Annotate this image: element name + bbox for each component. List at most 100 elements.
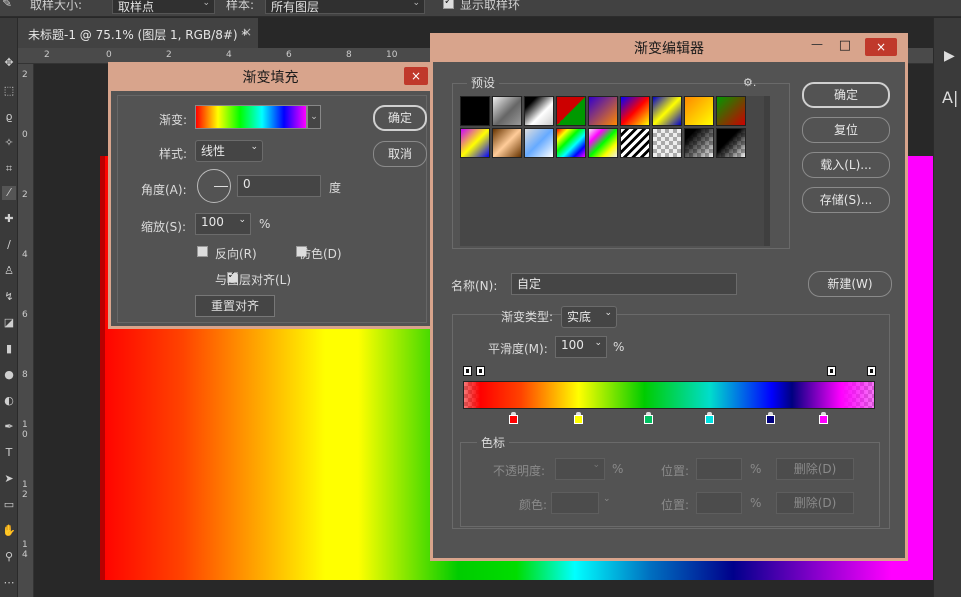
marquee-tool-icon[interactable]: ⬚: [2, 84, 16, 98]
color-stop[interactable]: [574, 412, 583, 424]
reset-button[interactable]: 复位: [802, 117, 890, 143]
color-stop-swatch: [705, 415, 714, 424]
reset-align-button[interactable]: 重置对齐: [195, 295, 275, 317]
shape-tool-icon[interactable]: ▭: [2, 498, 16, 512]
color-label: 颜色:: [519, 498, 548, 512]
sample-size-select[interactable]: 取样点 ⌄: [112, 0, 215, 14]
save-button[interactable]: 存储(S)...: [802, 187, 890, 213]
gradient-editor-dialog: 渐变编辑器 — □ × 预设 ⚙. 确定 复位 载入(L)... 存储(S)..…: [430, 33, 908, 561]
style-label: 样式:: [159, 147, 188, 161]
opacity-stop[interactable]: [867, 366, 876, 376]
eyedropper-icon[interactable]: ✎: [2, 0, 12, 10]
close-icon[interactable]: ×: [242, 25, 252, 39]
maximize-icon[interactable]: □: [839, 38, 851, 53]
angle-input[interactable]: 0: [237, 175, 321, 197]
preset-swatch[interactable]: [652, 128, 682, 158]
delete-color-stop-button[interactable]: 删除(D): [776, 492, 854, 514]
chevron-down-icon: ⌄: [412, 0, 420, 8]
sample-select[interactable]: 所有图层 ⌄: [265, 0, 425, 14]
presets-scrollbar[interactable]: [764, 96, 770, 246]
path-select-tool-icon[interactable]: ➤: [2, 472, 16, 486]
gear-icon[interactable]: ⚙.: [743, 76, 756, 89]
preset-swatch[interactable]: [556, 96, 586, 126]
preset-swatch[interactable]: [492, 96, 522, 126]
preset-swatch[interactable]: [460, 96, 490, 126]
crop-tool-icon[interactable]: ⌗: [2, 162, 16, 176]
preset-swatch[interactable]: [492, 128, 522, 158]
dodge-tool-icon[interactable]: ◐: [2, 394, 16, 408]
pen-tool-icon[interactable]: ✒: [2, 420, 16, 434]
scale-input[interactable]: 100 ⌄: [195, 213, 251, 235]
quick-select-tool-icon[interactable]: ✧: [2, 136, 16, 150]
preset-swatch[interactable]: [716, 128, 746, 158]
color-stop[interactable]: [705, 412, 714, 424]
angle-unit: 度: [329, 181, 342, 195]
character-panel-icon[interactable]: A|: [942, 88, 958, 107]
opacity-input[interactable]: ⌄: [555, 458, 605, 480]
gradient-bar[interactable]: [463, 381, 875, 409]
gradient-tool-icon[interactable]: ▮: [2, 342, 16, 356]
opacity-stop[interactable]: [827, 366, 836, 376]
opacity-position-input[interactable]: [696, 458, 742, 480]
preset-swatch[interactable]: [652, 96, 682, 126]
document-tab[interactable]: 未标题-1 @ 75.1% (图层 1, RGB/8#) * ×: [18, 18, 258, 48]
preset-swatch[interactable]: [588, 96, 618, 126]
delete-opacity-stop-button[interactable]: 删除(D): [776, 458, 854, 480]
stamp-tool-icon[interactable]: ♙: [2, 264, 16, 278]
healing-tool-icon[interactable]: ✚: [2, 212, 16, 226]
preset-swatch[interactable]: [620, 128, 650, 158]
ok-button[interactable]: 确定: [802, 82, 890, 108]
zoom-tool-icon[interactable]: ⚲: [2, 550, 16, 564]
more-tools-icon[interactable]: ⋯: [2, 576, 16, 590]
eyedropper-tool-icon[interactable]: ⁄: [2, 186, 16, 200]
smoothness-input[interactable]: 100 ⌄: [555, 336, 607, 358]
close-icon[interactable]: ×: [865, 38, 897, 56]
ok-button[interactable]: 确定: [373, 105, 427, 131]
type-tool-icon[interactable]: T: [2, 446, 16, 460]
minimize-icon[interactable]: —: [811, 37, 823, 51]
reverse-checkbox[interactable]: [197, 246, 208, 257]
style-select[interactable]: 线性 ⌄: [195, 140, 263, 162]
history-brush-tool-icon[interactable]: ↯: [2, 290, 16, 304]
move-tool-icon[interactable]: ✥: [2, 56, 16, 70]
preset-swatch[interactable]: [620, 96, 650, 126]
hand-tool-icon[interactable]: ✋: [2, 524, 16, 538]
preset-swatch[interactable]: [524, 96, 554, 126]
preset-swatch[interactable]: [716, 96, 746, 126]
angle-label: 角度(A):: [141, 183, 187, 197]
color-position-input[interactable]: [696, 492, 742, 514]
brush-tool-icon[interactable]: ∕: [2, 238, 16, 252]
color-stop[interactable]: [766, 412, 775, 424]
stops-group: [460, 442, 880, 527]
load-button[interactable]: 载入(L)...: [802, 152, 890, 178]
gradient-preview-swatch[interactable]: [195, 105, 307, 129]
angle-dial[interactable]: [197, 169, 231, 203]
color-stop[interactable]: [644, 412, 653, 424]
preset-swatch[interactable]: [524, 128, 554, 158]
name-input[interactable]: 自定: [511, 273, 737, 295]
lasso-tool-icon[interactable]: ϱ: [2, 110, 16, 124]
color-stop[interactable]: [509, 412, 518, 424]
play-icon[interactable]: ▶: [944, 48, 955, 64]
show-ring-checkbox[interactable]: [443, 0, 454, 9]
chevron-down-icon: ⌄: [250, 142, 258, 152]
preset-swatch[interactable]: [588, 128, 618, 158]
preset-swatch[interactable]: [556, 128, 586, 158]
color-swatch-input[interactable]: [551, 492, 599, 514]
eraser-tool-icon[interactable]: ◪: [2, 316, 16, 330]
chevron-down-icon[interactable]: ⌄: [603, 494, 611, 504]
cancel-button[interactable]: 取消: [373, 141, 427, 167]
color-stop[interactable]: [819, 412, 828, 424]
new-button[interactable]: 新建(W): [808, 271, 892, 297]
ruler-tick-label: 4: [226, 50, 232, 60]
opacity-stop[interactable]: [476, 366, 485, 376]
preset-swatch[interactable]: [460, 128, 490, 158]
ruler-tick-label: 4: [22, 250, 28, 260]
chevron-down-icon[interactable]: ⌄: [307, 105, 321, 129]
close-icon[interactable]: ×: [404, 67, 428, 85]
opacity-stop[interactable]: [463, 366, 472, 376]
preset-swatch[interactable]: [684, 96, 714, 126]
gradient-type-select[interactable]: 实底 ⌄: [561, 306, 617, 328]
blur-tool-icon[interactable]: ●: [2, 368, 16, 382]
preset-swatch[interactable]: [684, 128, 714, 158]
